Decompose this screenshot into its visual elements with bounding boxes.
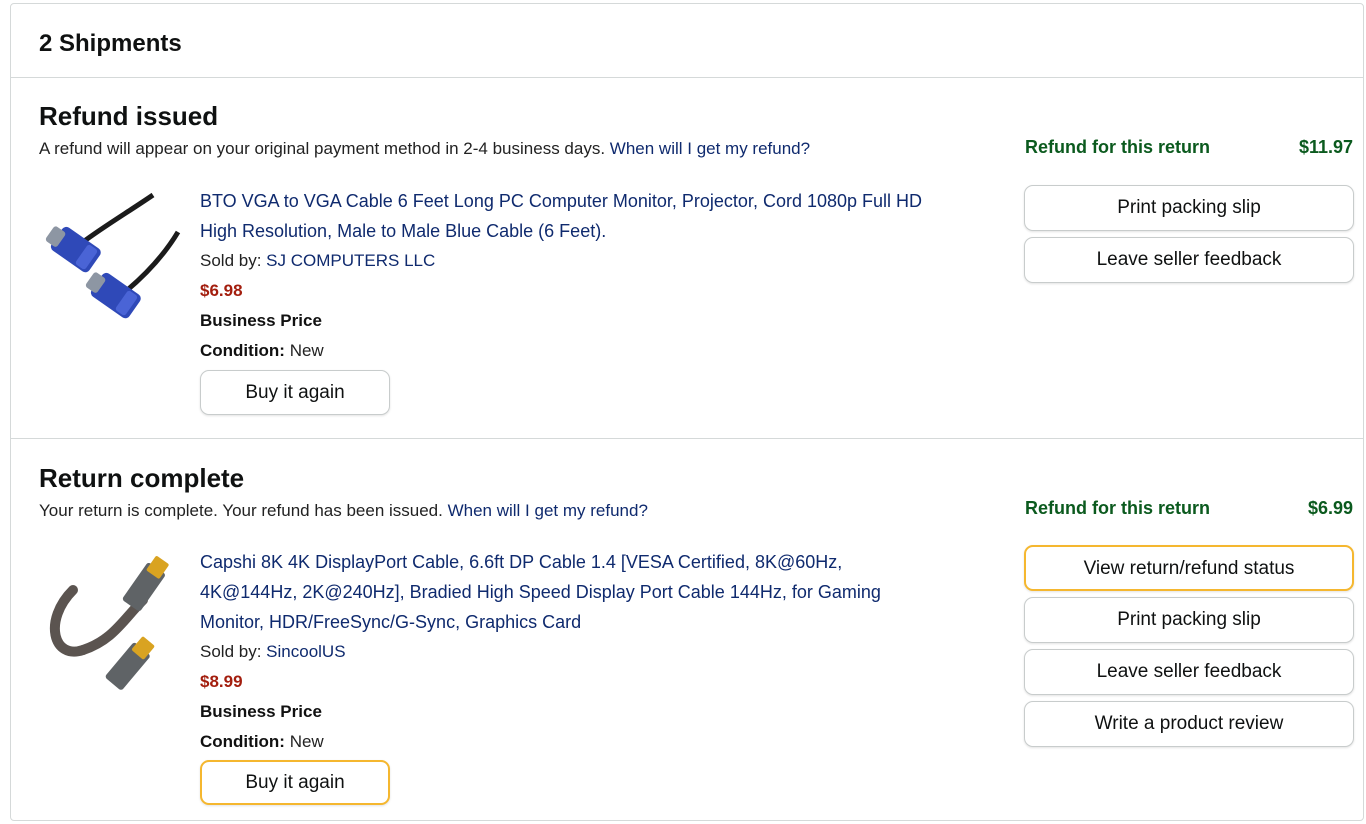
- product-title-line: Monitor, HDR/FreeSync/G-Sync, Graphics C…: [200, 612, 582, 632]
- shipment-status-title: Return complete: [39, 463, 245, 493]
- sold-by-label: Sold by:: [200, 642, 262, 661]
- condition-label: Condition:: [200, 341, 285, 360]
- condition-label: Condition:: [200, 732, 285, 751]
- product-title-line: 4K@144Hz, 2K@240Hz], Bradied High Speed …: [200, 582, 881, 602]
- refund-timing-link[interactable]: When will I get my refund?: [610, 139, 810, 158]
- refund-label: Refund for this return: [1025, 137, 1210, 157]
- sold-by-row: Sold by: SJ COMPUTERS LLC: [200, 246, 990, 276]
- leave-seller-feedback-button[interactable]: Leave seller feedback: [1024, 649, 1354, 695]
- product-title[interactable]: BTO VGA to VGA Cable 6 Feet Long PC Comp…: [200, 186, 990, 246]
- product-price: $6.98: [200, 281, 243, 300]
- leave-seller-feedback-button[interactable]: Leave seller feedback: [1024, 237, 1354, 283]
- product-details: Capshi 8K 4K DisplayPort Cable, 6.6ft DP…: [200, 547, 990, 757]
- refund-summary: Refund for this return $6.99: [1025, 498, 1353, 519]
- refund-summary: Refund for this return $11.97: [1025, 137, 1353, 158]
- product-title[interactable]: Capshi 8K 4K DisplayPort Cable, 6.6ft DP…: [200, 547, 990, 637]
- refund-label: Refund for this return: [1025, 498, 1210, 518]
- refund-timing-link[interactable]: When will I get my refund?: [448, 501, 648, 520]
- shipment-status-message: Your return is complete. Your refund has…: [39, 501, 648, 521]
- vga-cable-image[interactable]: [43, 187, 183, 327]
- shipment-status-title: Refund issued: [39, 101, 219, 131]
- shipment-actions: View return/refund status Print packing …: [1024, 545, 1354, 753]
- print-packing-slip-button[interactable]: Print packing slip: [1024, 597, 1354, 643]
- status-message-text: Your return is complete. Your refund has…: [39, 501, 443, 520]
- shipment-1: Refund issued A refund will appear on yo…: [11, 79, 1363, 439]
- condition-value: New: [289, 732, 324, 751]
- shipment-actions: Print packing slip Leave seller feedback: [1024, 185, 1354, 289]
- product-title-line: Capshi 8K 4K DisplayPort Cable, 6.6ft DP…: [200, 552, 843, 572]
- write-product-review-button[interactable]: Write a product review: [1024, 701, 1354, 747]
- business-price-label: Business Price: [200, 702, 322, 721]
- view-return-refund-status-button[interactable]: View return/refund status: [1024, 545, 1354, 591]
- sold-by-label: Sold by:: [200, 251, 262, 270]
- product-details: BTO VGA to VGA Cable 6 Feet Long PC Comp…: [200, 186, 990, 366]
- shipments-header: 2 Shipments: [11, 4, 1363, 78]
- status-message-text: A refund will appear on your original pa…: [39, 139, 606, 158]
- condition-row: Condition: New: [200, 336, 990, 366]
- shipments-count-title: 2 Shipments: [39, 30, 182, 57]
- buy-it-again-button[interactable]: Buy it again: [200, 760, 390, 805]
- condition-row: Condition: New: [200, 727, 990, 757]
- shipment-status-message: A refund will appear on your original pa…: [39, 139, 810, 159]
- refund-amount: $11.97: [1298, 137, 1353, 157]
- seller-link[interactable]: SincoolUS: [266, 642, 345, 661]
- print-packing-slip-button[interactable]: Print packing slip: [1024, 185, 1354, 231]
- product-title-line: BTO VGA to VGA Cable 6 Feet Long PC Comp…: [200, 191, 923, 211]
- order-shipments-card: 2 Shipments Refund issued A refund will …: [10, 3, 1364, 821]
- displayport-cable-image[interactable]: [43, 550, 183, 690]
- refund-amount: $6.99: [1307, 498, 1353, 518]
- sold-by-row: Sold by: SincoolUS: [200, 637, 990, 667]
- buy-it-again-button[interactable]: Buy it again: [200, 370, 390, 415]
- shipment-2: Return complete Your return is complete.…: [11, 440, 1363, 820]
- product-price: $8.99: [200, 672, 243, 691]
- condition-value: New: [289, 341, 324, 360]
- seller-link[interactable]: SJ COMPUTERS LLC: [266, 251, 435, 270]
- product-title-line: High Resolution, Male to Male Blue Cable…: [200, 221, 607, 241]
- business-price-label: Business Price: [200, 311, 322, 330]
